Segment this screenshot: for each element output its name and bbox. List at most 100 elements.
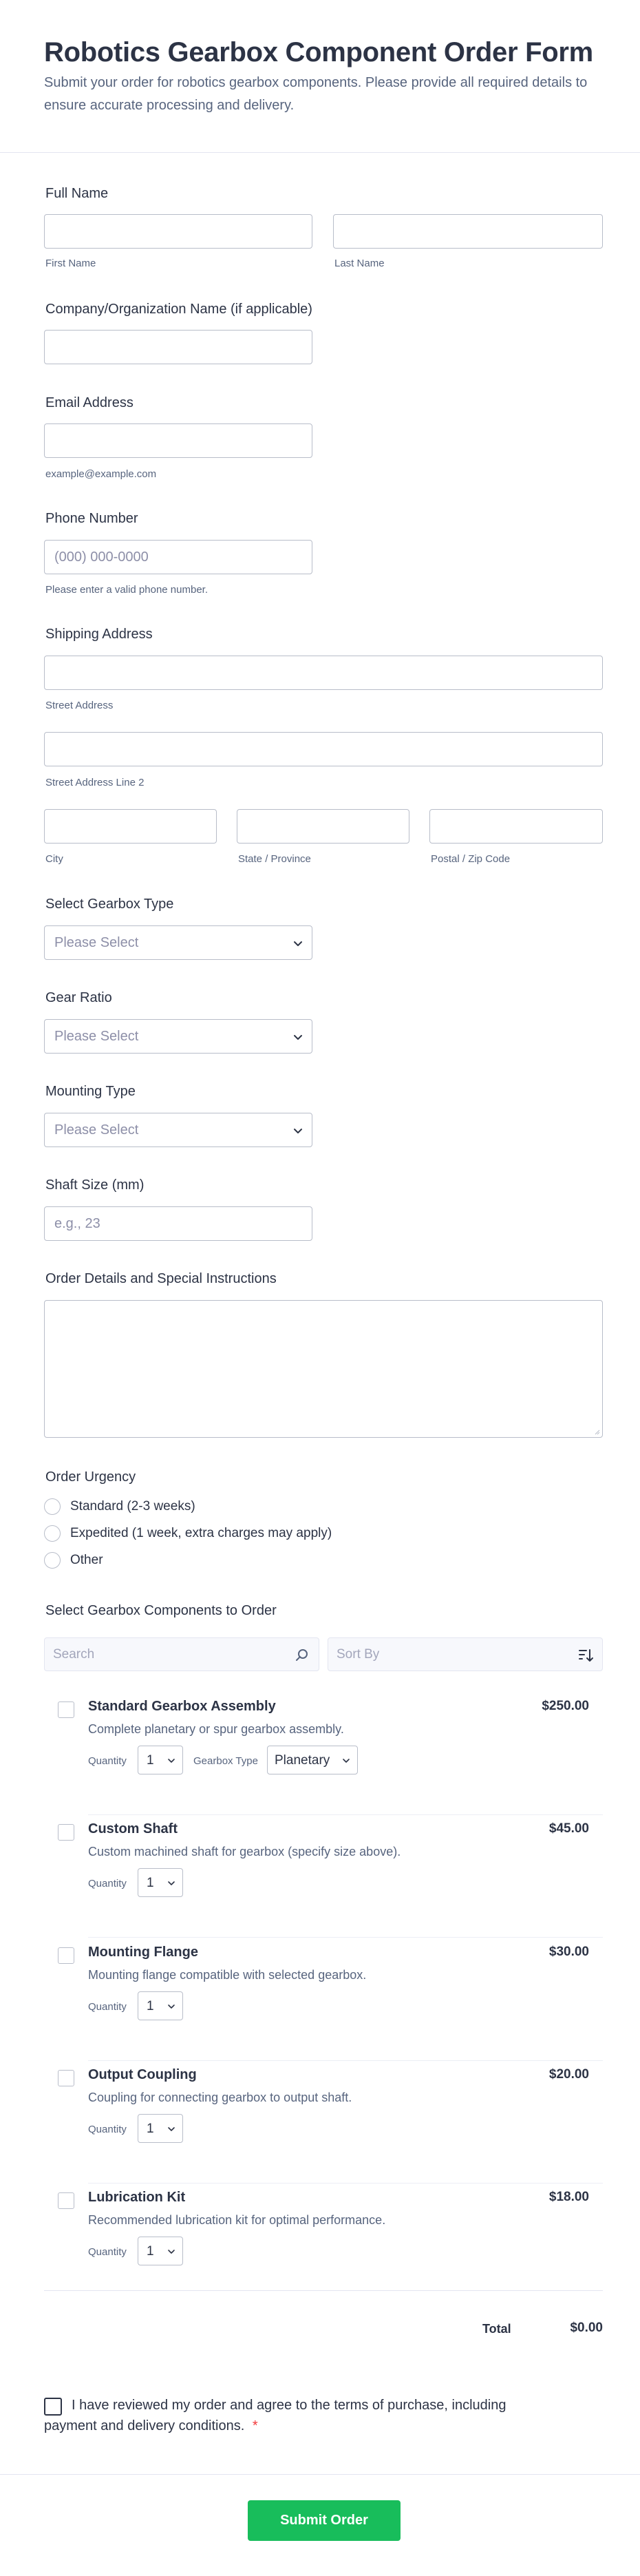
- component-name: Custom Shaft: [88, 1821, 178, 1836]
- order-form-page: Robotics Gearbox Component Order Form Su…: [0, 0, 640, 2576]
- quantity-select[interactable]: 1: [138, 1991, 183, 2020]
- component-checkbox[interactable]: [58, 2070, 74, 2086]
- form-title: Robotics Gearbox Component Order Form: [44, 37, 593, 67]
- submit-order-button[interactable]: Submit Order: [248, 2500, 401, 2541]
- street-address-2-input[interactable]: [44, 732, 603, 766]
- shaft-size-input[interactable]: e.g., 23: [44, 1206, 312, 1241]
- components-label: Select Gearbox Components to Order: [45, 1603, 277, 1618]
- total-divider: [44, 2290, 603, 2291]
- quantity-label: Quantity: [88, 2001, 127, 2013]
- urgency-other-radio[interactable]: [44, 1552, 61, 1569]
- gearbox-type-placeholder: Please Select: [54, 935, 139, 950]
- quantity-select[interactable]: 1: [138, 1868, 183, 1897]
- component-item: Custom Shaft $45.00 Custom machined shaf…: [44, 1819, 603, 1939]
- component-name: Mounting Flange: [88, 1945, 198, 1960]
- gear-ratio-select[interactable]: Please Select: [44, 1019, 312, 1054]
- first-name-input[interactable]: [44, 214, 312, 249]
- first-name-sublabel: First Name: [45, 258, 96, 269]
- quantity-select[interactable]: 1: [138, 2114, 183, 2143]
- component-search-input[interactable]: Search: [44, 1637, 319, 1671]
- chevron-down-icon: [294, 941, 302, 946]
- terms-label-text: payment and delivery conditions.: [44, 2418, 245, 2433]
- quantity-label: Quantity: [88, 1755, 127, 1767]
- mounting-type-label: Mounting Type: [45, 1084, 136, 1099]
- quantity-label: Quantity: [88, 2246, 127, 2258]
- component-checkbox[interactable]: [58, 2192, 74, 2209]
- component-price: $18.00: [548, 2190, 589, 2204]
- component-description: Recommended lubrication kit for optimal …: [88, 2213, 386, 2227]
- last-name-input[interactable]: [333, 214, 603, 249]
- gear-ratio-placeholder: Please Select: [54, 1029, 139, 1044]
- chevron-down-icon: [168, 1881, 175, 1885]
- chevron-down-icon: [168, 2004, 175, 2009]
- component-item: Lubrication Kit $18.00 Recommended lubri…: [44, 2187, 603, 2283]
- company-input[interactable]: [44, 330, 312, 364]
- required-asterisk: *: [252, 2418, 258, 2433]
- mounting-type-placeholder: Please Select: [54, 1122, 139, 1138]
- component-price: $30.00: [548, 1945, 589, 1959]
- quantity-select[interactable]: 1: [138, 2237, 183, 2265]
- quantity-value: 1: [147, 1876, 154, 1890]
- email-label: Email Address: [45, 395, 134, 410]
- footer-divider: [0, 2474, 640, 2475]
- quantity-value: 1: [147, 1753, 154, 1768]
- zip-sublabel: Postal / Zip Code: [431, 853, 511, 865]
- component-description: Coupling for connecting gearbox to outpu…: [88, 2091, 352, 2104]
- urgency-other-label[interactable]: Other: [70, 1553, 103, 1568]
- urgency-standard-label[interactable]: Standard (2-3 weeks): [70, 1499, 195, 1514]
- email-input[interactable]: [44, 423, 312, 458]
- chevron-down-icon: [343, 1759, 350, 1763]
- component-name: Standard Gearbox Assembly: [88, 1699, 276, 1714]
- total-label: Total: [482, 2322, 511, 2336]
- urgency-standard-radio[interactable]: [44, 1498, 61, 1515]
- component-price: $250.00: [542, 1699, 589, 1713]
- order-details-textarea[interactable]: [44, 1300, 603, 1438]
- urgency-expedited-radio[interactable]: [44, 1525, 61, 1542]
- component-item: Standard Gearbox Assembly $250.00 Comple…: [44, 1696, 603, 1816]
- terms-label-line2[interactable]: payment and delivery conditions. *: [44, 2418, 258, 2434]
- quantity-value: 1: [147, 1999, 154, 2013]
- chevron-down-icon: [168, 2127, 175, 2131]
- component-description: Custom machined shaft for gearbox (speci…: [88, 1845, 401, 1858]
- terms-checkbox[interactable]: [44, 2398, 62, 2416]
- chevron-down-icon: [294, 1129, 302, 1133]
- quantity-label: Quantity: [88, 1878, 127, 1889]
- component-name: Lubrication Kit: [88, 2190, 186, 2205]
- chevron-down-icon: [168, 1759, 175, 1763]
- search-icon[interactable]: [294, 1647, 310, 1664]
- phone-sublabel: Please enter a valid phone number.: [45, 584, 208, 596]
- component-name: Output Coupling: [88, 2067, 197, 2082]
- component-price: $20.00: [548, 2067, 589, 2082]
- gearbox-type-option-label: Gearbox Type: [193, 1755, 258, 1767]
- component-checkbox[interactable]: [58, 1701, 74, 1718]
- street-address-sublabel: Street Address: [45, 700, 114, 711]
- zip-input[interactable]: [429, 809, 603, 844]
- urgency-expedited-label[interactable]: Expedited (1 week, extra charges may app…: [70, 1526, 332, 1541]
- component-checkbox[interactable]: [58, 1824, 74, 1841]
- component-checkbox[interactable]: [58, 1947, 74, 1964]
- sort-icon[interactable]: [577, 1647, 594, 1664]
- shaft-size-placeholder: e.g., 23: [54, 1216, 100, 1231]
- shaft-size-label: Shaft Size (mm): [45, 1177, 145, 1193]
- item-divider: [88, 1814, 603, 1815]
- resize-handle-icon[interactable]: [593, 1428, 600, 1435]
- total-value: $0.00: [570, 2321, 603, 2335]
- gearbox-type-option-select[interactable]: Planetary: [267, 1746, 358, 1774]
- gearbox-type-label: Select Gearbox Type: [45, 897, 174, 912]
- shipping-address-label: Shipping Address: [45, 627, 153, 642]
- terms-label-line1[interactable]: I have reviewed my order and agree to th…: [72, 2398, 506, 2413]
- component-price: $45.00: [548, 1821, 589, 1836]
- item-divider: [88, 1937, 603, 1938]
- mounting-type-select[interactable]: Please Select: [44, 1113, 312, 1147]
- quantity-select[interactable]: 1: [138, 1746, 183, 1774]
- sort-by-select[interactable]: Sort By: [328, 1637, 603, 1671]
- order-details-label: Order Details and Special Instructions: [45, 1271, 277, 1286]
- search-placeholder: Search: [53, 1647, 95, 1662]
- item-divider: [88, 2060, 603, 2061]
- chevron-down-icon: [168, 2250, 175, 2254]
- street-address-input[interactable]: [44, 656, 603, 690]
- city-input[interactable]: [44, 809, 217, 844]
- phone-input[interactable]: (000) 000-0000: [44, 540, 312, 574]
- state-input[interactable]: [237, 809, 409, 844]
- gearbox-type-select[interactable]: Please Select: [44, 925, 312, 960]
